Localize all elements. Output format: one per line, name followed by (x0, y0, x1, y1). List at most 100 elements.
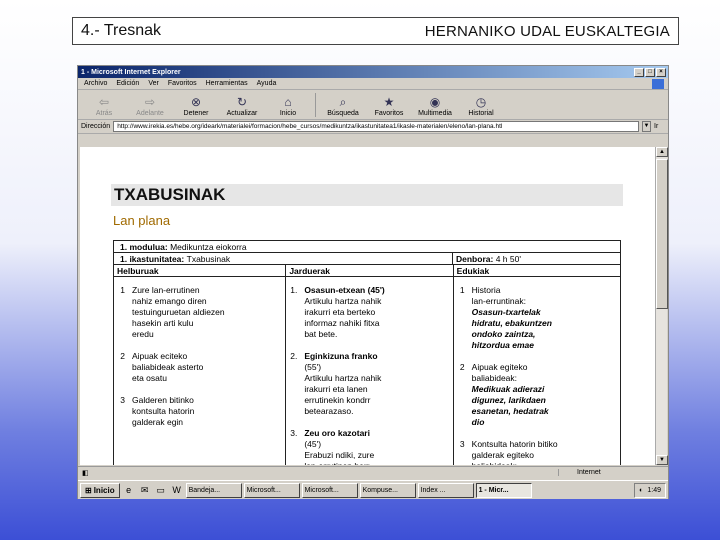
status-page-icon: ◧ (82, 469, 89, 477)
item-number: 1. (290, 285, 298, 295)
item-emphasis: digunez, larikdaen (471, 395, 546, 405)
item-text: Osasun-etxean (45') Artikulu hartza nahik… (304, 285, 452, 340)
item-number: 3 (120, 395, 125, 405)
stop-icon: ⊗ (190, 95, 202, 109)
item-line: Galderen bitinko (132, 395, 194, 405)
slide-left-title: 4.- Tresnak (81, 22, 162, 39)
minimize-button[interactable]: _ (634, 67, 644, 77)
search-button[interactable]: ⌕ Búsqueda (321, 94, 365, 118)
helburuak-item: 3 Galderen bitinko kontsulta hatorin galder… (114, 395, 285, 428)
forward-button[interactable]: ⇨ Adelante (128, 95, 172, 117)
address-dropdown[interactable]: ▼ (642, 121, 651, 132)
task-microsoft-1[interactable]: Microsoft... (243, 482, 300, 498)
item-title: Osasun-etxean (45') (304, 285, 385, 295)
item-emphasis: dio (471, 417, 485, 427)
task-index[interactable]: Index ... (417, 482, 474, 498)
quicklaunch-outlook-icon[interactable]: ✉ (138, 483, 152, 497)
item-number: 3 (459, 439, 465, 449)
menu-ver[interactable]: Ver (148, 80, 159, 87)
menu-edicion[interactable]: Edición (116, 80, 139, 87)
item-emphasis: esanetan, hedatrak (471, 406, 549, 416)
quicklaunch-ie-icon[interactable]: e (122, 483, 136, 497)
jarduerak-item: 2. Eginkizuna franko (55') Artikulu hartza … (286, 351, 452, 417)
status-bar: ◧ Internet (78, 466, 668, 478)
maximize-button[interactable]: □ (645, 67, 655, 77)
item-line: irakurri eta lanen (304, 384, 368, 394)
header-row: Helburuak Jarduerak Edukiak (114, 265, 620, 277)
menu-archivo[interactable]: Archivo (84, 80, 107, 87)
multimedia-button[interactable]: ◉ Multimedia (413, 95, 457, 117)
task-internet-explorer[interactable]: 1 - Micr... (475, 482, 532, 498)
scroll-up-button[interactable]: ▲ (656, 147, 668, 157)
item-line: Erabuzi ndiki, zure (304, 450, 375, 460)
item-line: informaz nahiki fitxa (304, 318, 380, 328)
quicklaunch-desktop-icon[interactable]: ▭ (154, 483, 168, 497)
stop-button[interactable]: ⊗ Detener (174, 95, 218, 117)
menu-favoritos[interactable]: Favoritos (168, 80, 197, 87)
scroll-down-button[interactable]: ▼ (656, 455, 668, 465)
window-titlebar[interactable]: 1 - Microsoft Internet Explorer _ □ × (78, 66, 668, 78)
menu-herramientas[interactable]: Herramientas (206, 80, 248, 87)
page-content: TXABUSINAK Lan plana 1. modulua: Medikun… (80, 147, 656, 465)
slide-header: 4.- Tresnak HERNANIKO UDAL EUSKALTEGIA (72, 17, 679, 45)
item-line: irakurri eta berteko (304, 307, 376, 317)
item-line: (45') (304, 439, 322, 449)
item-emphasis: hidratu, ebakuntzen (471, 318, 552, 328)
home-icon: ⌂ (284, 95, 292, 109)
item-number: 2. (290, 351, 298, 361)
forward-arrow-icon: ⇨ (144, 95, 156, 109)
go-button[interactable]: Ir (654, 123, 668, 130)
home-button[interactable]: ⌂ Inicio (266, 95, 310, 117)
search-icon: ⌕ (339, 94, 347, 109)
refresh-button[interactable]: ↻ Actualizar (220, 95, 264, 117)
favorites-button[interactable]: ★ Favoritos (367, 95, 411, 117)
address-label: Dirección (81, 123, 111, 130)
address-input[interactable]: http://www.irekia.es/hebe.org/ideark/mat… (113, 121, 639, 132)
item-line: eta osatu (132, 373, 167, 383)
item-line: betearazaso. (304, 406, 354, 416)
item-spacer (454, 428, 620, 439)
item-line: eredu (132, 329, 154, 339)
item-number: 2 (120, 351, 125, 361)
item-number: 1 (120, 285, 125, 295)
close-button[interactable]: × (656, 67, 666, 77)
item-title: Zeu oro kazotari (304, 428, 370, 438)
scroll-thumb[interactable] (656, 159, 668, 309)
menu-bar: Archivo Edición Ver Favoritos Herramient… (78, 78, 668, 90)
item-spacer (286, 417, 452, 428)
star-icon: ★ (383, 95, 395, 109)
vertical-scrollbar[interactable]: ▲ ▼ (655, 147, 668, 465)
header-edukiak: Edukiak (452, 265, 620, 276)
item-emphasis: Medikuak adierazi (471, 384, 545, 394)
back-button[interactable]: ⇦ Atrás (82, 95, 126, 117)
item-spacer (286, 340, 452, 351)
task-kompuse[interactable]: Kompuse... (359, 482, 416, 498)
item-text: Aipuak egiteko baliabideak: Medikuak adier… (472, 362, 620, 428)
jarduerak-item: 3. Zeu oro kazotari (45') Erabuzi ndiki, zu… (286, 428, 452, 465)
item-spacer (114, 340, 285, 351)
menu-ayuda[interactable]: Ayuda (257, 80, 277, 87)
task-bandeja[interactable]: Bandeja... (185, 482, 242, 498)
item-line: hasekin arti kulu (132, 318, 194, 328)
window-title: 1 - Microsoft Internet Explorer (81, 68, 181, 76)
item-emphasis: hitzordua emae (471, 340, 535, 350)
item-line: Aipuak egiteko (471, 362, 528, 372)
item-line: galderak egin (132, 417, 184, 427)
item-line: (55') (304, 362, 322, 372)
quicklaunch-word-icon[interactable]: W (170, 483, 184, 497)
item-line: Aipuak eciteko (132, 351, 188, 361)
tray-icon[interactable]: ◐ (639, 487, 643, 494)
helburuak-item: 1 Zure lan-errutinen nahiz emango diren tes… (114, 285, 285, 340)
edukiak-item: 1 Historia lan-erruntinak: Osasun-txartelak… (454, 285, 620, 351)
item-line: lan-erruntinak: (471, 296, 526, 306)
refresh-icon: ↻ (236, 95, 248, 109)
toolbar-separator (315, 93, 316, 117)
clock: 1:49 (647, 486, 661, 494)
item-line: errutinekin kondrr (304, 395, 371, 405)
task-microsoft-2[interactable]: Microsoft... (301, 482, 358, 498)
item-text: Kontsulta hatorin bitiko galderak egiteko… (472, 439, 620, 465)
start-button[interactable]: ⊞ Inicio (80, 482, 120, 498)
item-emphasis: Osasun-txartelak (471, 307, 541, 317)
history-button[interactable]: ◷ Historial (459, 95, 503, 117)
helburuak-item: 2 Aipuak eciteko baliabideak asterto eta os… (114, 351, 285, 384)
